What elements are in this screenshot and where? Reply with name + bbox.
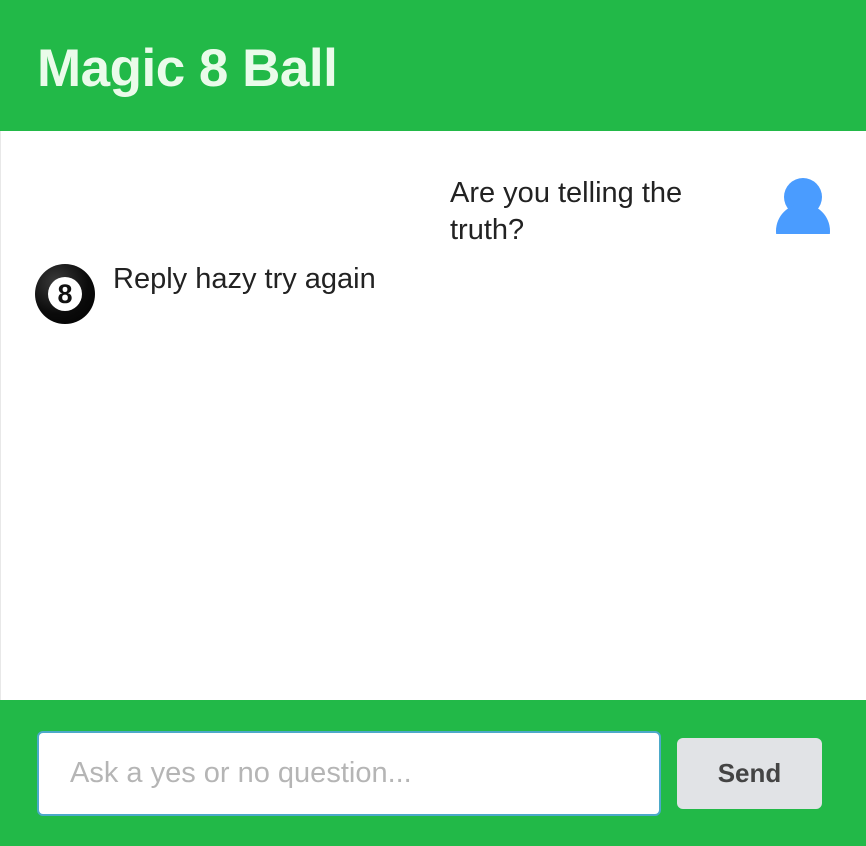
app-header: Magic 8 Ball <box>0 0 866 131</box>
question-input[interactable] <box>37 731 661 816</box>
chat-log[interactable]: Are you telling the truth? 8 Reply hazy … <box>0 131 866 700</box>
composer-bar: Send <box>0 700 866 846</box>
user-avatar-body <box>776 204 830 234</box>
send-button[interactable]: Send <box>677 738 822 809</box>
eight-ball-icon: 8 <box>35 264 95 324</box>
user-avatar-icon <box>776 178 830 238</box>
app-title: Magic 8 Ball <box>37 39 338 98</box>
bot-message-text: Reply hazy try again <box>113 263 376 295</box>
magic-8-ball-app: Magic 8 Ball Are you telling the truth? … <box>0 0 866 846</box>
eight-ball-number: 8 <box>48 277 82 311</box>
user-message-text: Are you telling the truth? <box>450 177 683 246</box>
